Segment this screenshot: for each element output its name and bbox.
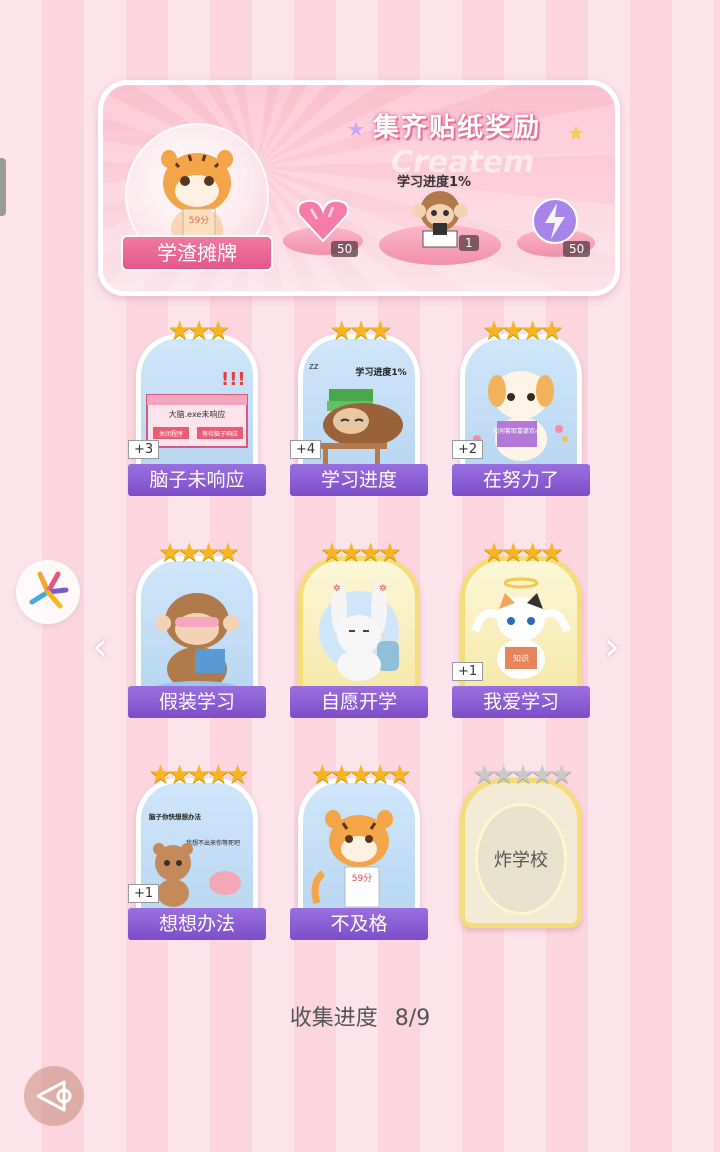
- back-button[interactable]: [24, 1066, 84, 1126]
- reward-count: 50: [331, 241, 359, 257]
- sticker-card-think-of-way[interactable]: 脑子你快想想办法 我想不出来你等死吧 ★★★★★ +1 想想办法: [128, 760, 266, 940]
- card-art-frame: ✲ ✲: [298, 556, 420, 706]
- pink-heart-gem-icon: [297, 199, 349, 243]
- reward-banner: ★ ★ 集齐贴纸奖励 Createm 59分 学渣摊牌 50 学习进度1% 1 …: [98, 80, 620, 296]
- svg-text:关闭程序: 关闭程序: [159, 430, 183, 438]
- card-art-frame: 59分: [298, 778, 420, 928]
- sticker-card-failed[interactable]: 59分 ★★★★★ 不及格: [290, 760, 428, 940]
- star-rating: ★★★★: [158, 538, 239, 568]
- purple-lightning-orb-icon: [532, 198, 578, 244]
- sticker-card-brain-unresponsive[interactable]: !!! 大脑.exe未响应 关闭程序 等待脑子响应 ★★★ +3 脑子未响应: [128, 316, 266, 496]
- duplicate-count: +3: [128, 440, 160, 459]
- sticker-card-voluntary-school[interactable]: ✲ ✲ ★★★★ 自愿开学: [290, 538, 428, 718]
- sticker-card-study-progress[interactable]: zz 学习进度1% ★★★ +4 学习进度: [290, 316, 428, 496]
- sticker-card-blow-up-school-locked[interactable]: ★★★★★ 炸学校: [456, 760, 586, 930]
- sticker-card-love-study[interactable]: 知识 ★★★★ +1 我爱学习: [452, 538, 590, 718]
- svg-text:✲: ✲: [333, 584, 341, 594]
- pinwheel-logo[interactable]: [16, 560, 80, 624]
- card-art-frame: 如何套取富婆欢心: [460, 334, 582, 484]
- card-label: 自愿开学: [290, 686, 428, 718]
- card-label: 不及格: [290, 908, 428, 940]
- left-arrow-icon[interactable]: ‹: [92, 624, 108, 670]
- svg-text:大脑.exe未响应: 大脑.exe未响应: [169, 409, 226, 419]
- svg-text:zz: zz: [309, 362, 319, 372]
- pinwheel-logo-icon: [29, 571, 69, 609]
- svg-text:知识: 知识: [513, 653, 529, 663]
- card-label: 我爱学习: [452, 686, 590, 718]
- reward-count: 1: [459, 235, 479, 251]
- card-art-frame: 脑子你快想想办法 我想不出来你等死吧: [136, 778, 258, 928]
- card-art-frame: [136, 556, 258, 706]
- monkey-mask-reading-art: [153, 593, 241, 697]
- star-rating: ★★★★: [482, 316, 563, 346]
- star-icon: ★: [347, 117, 365, 141]
- player-name: 学渣摊牌: [121, 235, 273, 271]
- star-icon: ★: [567, 121, 585, 145]
- svg-text:脑子你快想想办法: 脑子你快想想办法: [148, 812, 202, 821]
- star-rating: ★★★★★: [472, 760, 574, 790]
- star-rating: ★★★★: [320, 538, 401, 568]
- star-rating: ★★★★★: [310, 760, 412, 790]
- svg-text:如何套取富婆欢心: 如何套取富婆欢心: [493, 427, 541, 435]
- card-label: 想想办法: [128, 908, 266, 940]
- back-arrow-icon: [36, 1080, 72, 1112]
- svg-text:59分: 59分: [352, 873, 372, 884]
- svg-text:等待脑子响应: 等待脑子响应: [202, 430, 238, 438]
- collection-progress: 收集进度 8/9: [0, 1000, 720, 1032]
- right-arrow-icon[interactable]: ›: [604, 624, 620, 670]
- reward-count: 50: [563, 241, 591, 257]
- card-label: 学习进度: [290, 464, 428, 496]
- card-label: 脑子未响应: [128, 464, 266, 496]
- tiger-exam-art: 59分: [311, 810, 393, 908]
- collection-count: 8/9: [394, 1006, 431, 1031]
- banner-title: 集齐贴纸奖励: [373, 113, 542, 143]
- bunny-backpack-art: ✲ ✲: [319, 583, 399, 681]
- svg-text:我想不出来你等死吧: 我想不出来你等死吧: [186, 839, 240, 847]
- card-label: 炸学校: [494, 850, 548, 871]
- sticker-card-pretend-study[interactable]: ★★★★ 假装学习: [128, 538, 266, 718]
- sticker-card-working-hard[interactable]: 如何套取富婆欢心 ★★★★ +2 在努力了: [452, 316, 590, 496]
- svg-text:!!!: !!!: [221, 369, 246, 390]
- duplicate-count: +2: [452, 440, 484, 459]
- star-rating: ★★★★★: [148, 760, 250, 790]
- duplicate-count: +4: [290, 440, 322, 459]
- collection-label: 收集进度: [289, 1006, 378, 1031]
- svg-text:学习进度1%: 学习进度1%: [355, 366, 406, 378]
- star-rating: ★★★: [330, 316, 392, 346]
- star-rating: ★★★★: [482, 538, 563, 568]
- side-handle[interactable]: [0, 158, 6, 216]
- card-art-frame: 知识: [460, 556, 582, 706]
- duplicate-count: +1: [128, 884, 160, 903]
- card-art-frame: zz 学习进度1%: [298, 334, 420, 484]
- star-rating: ★★★: [168, 316, 230, 346]
- card-art-frame: !!! 大脑.exe未响应 关闭程序 等待脑子响应: [136, 334, 258, 484]
- duplicate-count: +1: [452, 662, 484, 681]
- svg-text:✲: ✲: [379, 584, 387, 594]
- card-label: 在努力了: [452, 464, 590, 496]
- card-label: 假装学习: [128, 686, 266, 718]
